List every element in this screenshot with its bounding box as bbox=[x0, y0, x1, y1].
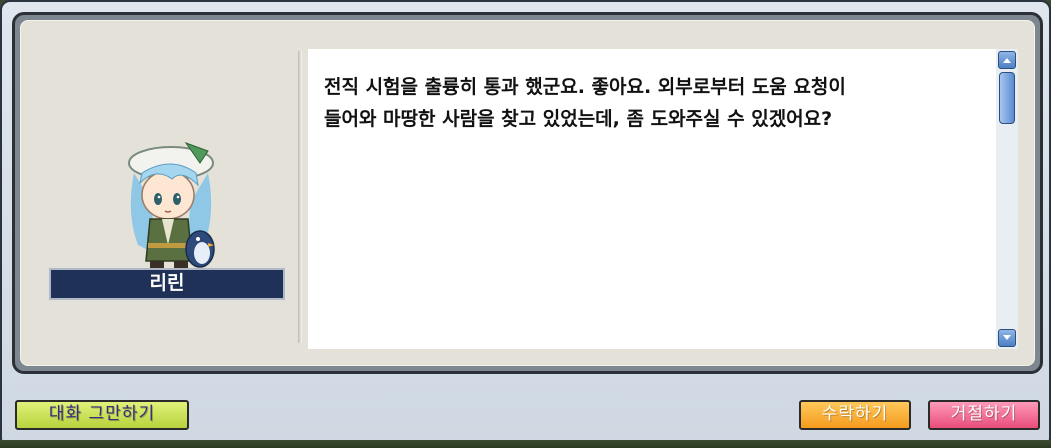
dialog-frame: 리린 전직 시험을 출륭히 통과 했군요. 좋아요. 외부로부터 도움 요청이 … bbox=[12, 12, 1043, 374]
end-chat-button[interactable]: 대화 그만하기 bbox=[15, 400, 189, 430]
npc-nameplate: 리린 bbox=[49, 268, 285, 300]
dialogue-scrollbar[interactable] bbox=[996, 49, 1018, 349]
scroll-up-button[interactable] bbox=[998, 51, 1016, 69]
dialogue-line: 들어와 마땅한 사람을 찾고 있었는데, 좀 도와주실 수 있겠어요? bbox=[324, 108, 833, 130]
scroll-down-button[interactable] bbox=[998, 329, 1016, 347]
dialog-panel: 리린 전직 시험을 출륭히 통과 했군요. 좋아요. 외부로부터 도움 요청이 … bbox=[20, 20, 1035, 366]
accept-button[interactable]: 수락하기 bbox=[799, 400, 911, 430]
dialogue-line: 전직 시험을 출륭히 통과 했군요. 좋아요. 외부로부터 도움 요청이 bbox=[324, 76, 846, 98]
dialogue-text: 전직 시험을 출륭히 통과 했군요. 좋아요. 외부로부터 도움 요청이 들어와… bbox=[324, 71, 984, 135]
decline-button[interactable]: 거절하기 bbox=[928, 400, 1040, 430]
game-background-strip bbox=[0, 440, 1051, 448]
scroll-down-arrow-icon bbox=[1003, 335, 1011, 340]
npc-dialog-window: 리린 전직 시험을 출륭히 통과 했군요. 좋아요. 외부로부터 도움 요청이 … bbox=[0, 0, 1051, 448]
scroll-thumb[interactable] bbox=[999, 72, 1015, 124]
npc-portrait bbox=[128, 141, 215, 269]
scroll-up-arrow-icon bbox=[1003, 58, 1011, 63]
dialogue-text-box: 전직 시험을 출륭히 통과 했군요. 좋아요. 외부로부터 도움 요청이 들어와… bbox=[308, 49, 996, 349]
panel-divider bbox=[298, 51, 302, 343]
